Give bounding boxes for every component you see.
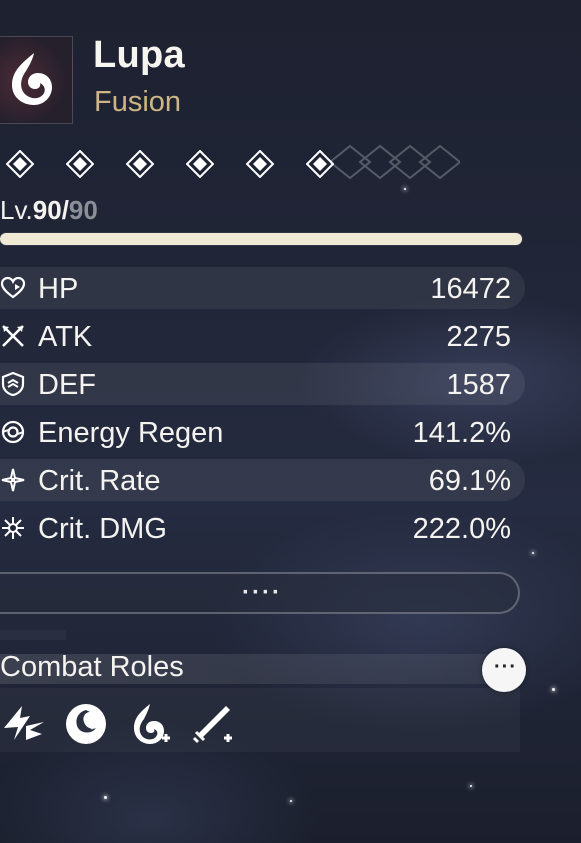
star-decoration xyxy=(104,796,107,799)
stats-list: HP 16472 ATK 2275 DEF 1587 Energy Regen … xyxy=(0,265,525,553)
combat-roles-title: Combat Roles xyxy=(0,651,184,683)
stat-row-hp: HP 16472 xyxy=(0,265,525,313)
stat-label: Crit. Rate xyxy=(38,465,161,497)
more-stats-button[interactable]: ···· xyxy=(0,572,520,614)
character-element: Fusion xyxy=(94,86,182,118)
level-progress-fill xyxy=(0,233,522,245)
character-name: Lupa xyxy=(93,34,185,76)
stat-label: HP xyxy=(38,273,79,305)
level-display: Lv.90/90 xyxy=(0,195,98,226)
stat-value: 222.0% xyxy=(412,513,511,545)
level-progress-bar xyxy=(0,233,522,245)
diamond-node-icon[interactable] xyxy=(6,150,34,178)
diamond-node-icon[interactable] xyxy=(246,150,274,178)
stat-row-crit-rate: Crit. Rate 69.1% xyxy=(0,457,525,505)
heart-icon xyxy=(0,276,26,299)
stat-label: ATK xyxy=(38,321,93,353)
diamond-node-icon[interactable] xyxy=(66,150,94,178)
chain-decoration-icon xyxy=(330,144,460,180)
stat-value: 2275 xyxy=(446,321,511,353)
stat-row-def: DEF 1587 xyxy=(0,361,525,409)
stat-row-energy-regen: Energy Regen 141.2% xyxy=(0,409,525,457)
crit-rate-icon xyxy=(1,468,25,492)
stat-value: 1587 xyxy=(446,369,511,401)
divider xyxy=(0,630,66,640)
crit-dmg-icon xyxy=(2,517,24,539)
combat-roles-info-button[interactable]: ··· xyxy=(482,648,526,692)
stat-label: Energy Regen xyxy=(38,417,224,449)
stat-value: 16472 xyxy=(430,273,511,305)
stat-row-atk: ATK 2275 xyxy=(0,313,525,361)
lightning-strike-icon[interactable] xyxy=(0,700,48,748)
star-decoration xyxy=(404,188,406,190)
energy-regen-icon xyxy=(1,420,25,444)
level-current: 90 xyxy=(32,195,62,225)
star-decoration xyxy=(532,552,534,554)
shield-icon xyxy=(1,371,25,397)
more-dots-icon: ···· xyxy=(242,579,282,606)
diamond-node-icon[interactable] xyxy=(126,150,154,178)
fusion-plus-icon[interactable] xyxy=(126,700,174,748)
stat-row-crit-dmg: Crit. DMG 222.0% xyxy=(0,505,525,553)
star-decoration xyxy=(552,688,555,691)
diamond-node-icon[interactable] xyxy=(186,150,214,178)
stat-label: DEF xyxy=(38,369,96,401)
sword-plus-icon[interactable] xyxy=(188,700,236,748)
crossed-swords-icon xyxy=(2,325,24,347)
stat-value: 69.1% xyxy=(428,465,511,497)
resonance-chain xyxy=(6,146,366,184)
element-emblem xyxy=(0,36,73,124)
level-separator: / xyxy=(61,195,69,225)
star-decoration xyxy=(470,785,472,787)
more-dots-icon: ··· xyxy=(494,656,517,678)
swirl-orb-icon[interactable] xyxy=(62,700,110,748)
stat-value: 141.2% xyxy=(412,417,511,449)
fusion-flame-icon xyxy=(12,53,52,105)
stat-label: Crit. DMG xyxy=(38,513,167,545)
level-prefix: Lv. xyxy=(0,195,33,225)
level-max: 90 xyxy=(68,195,98,225)
star-decoration xyxy=(290,800,292,802)
